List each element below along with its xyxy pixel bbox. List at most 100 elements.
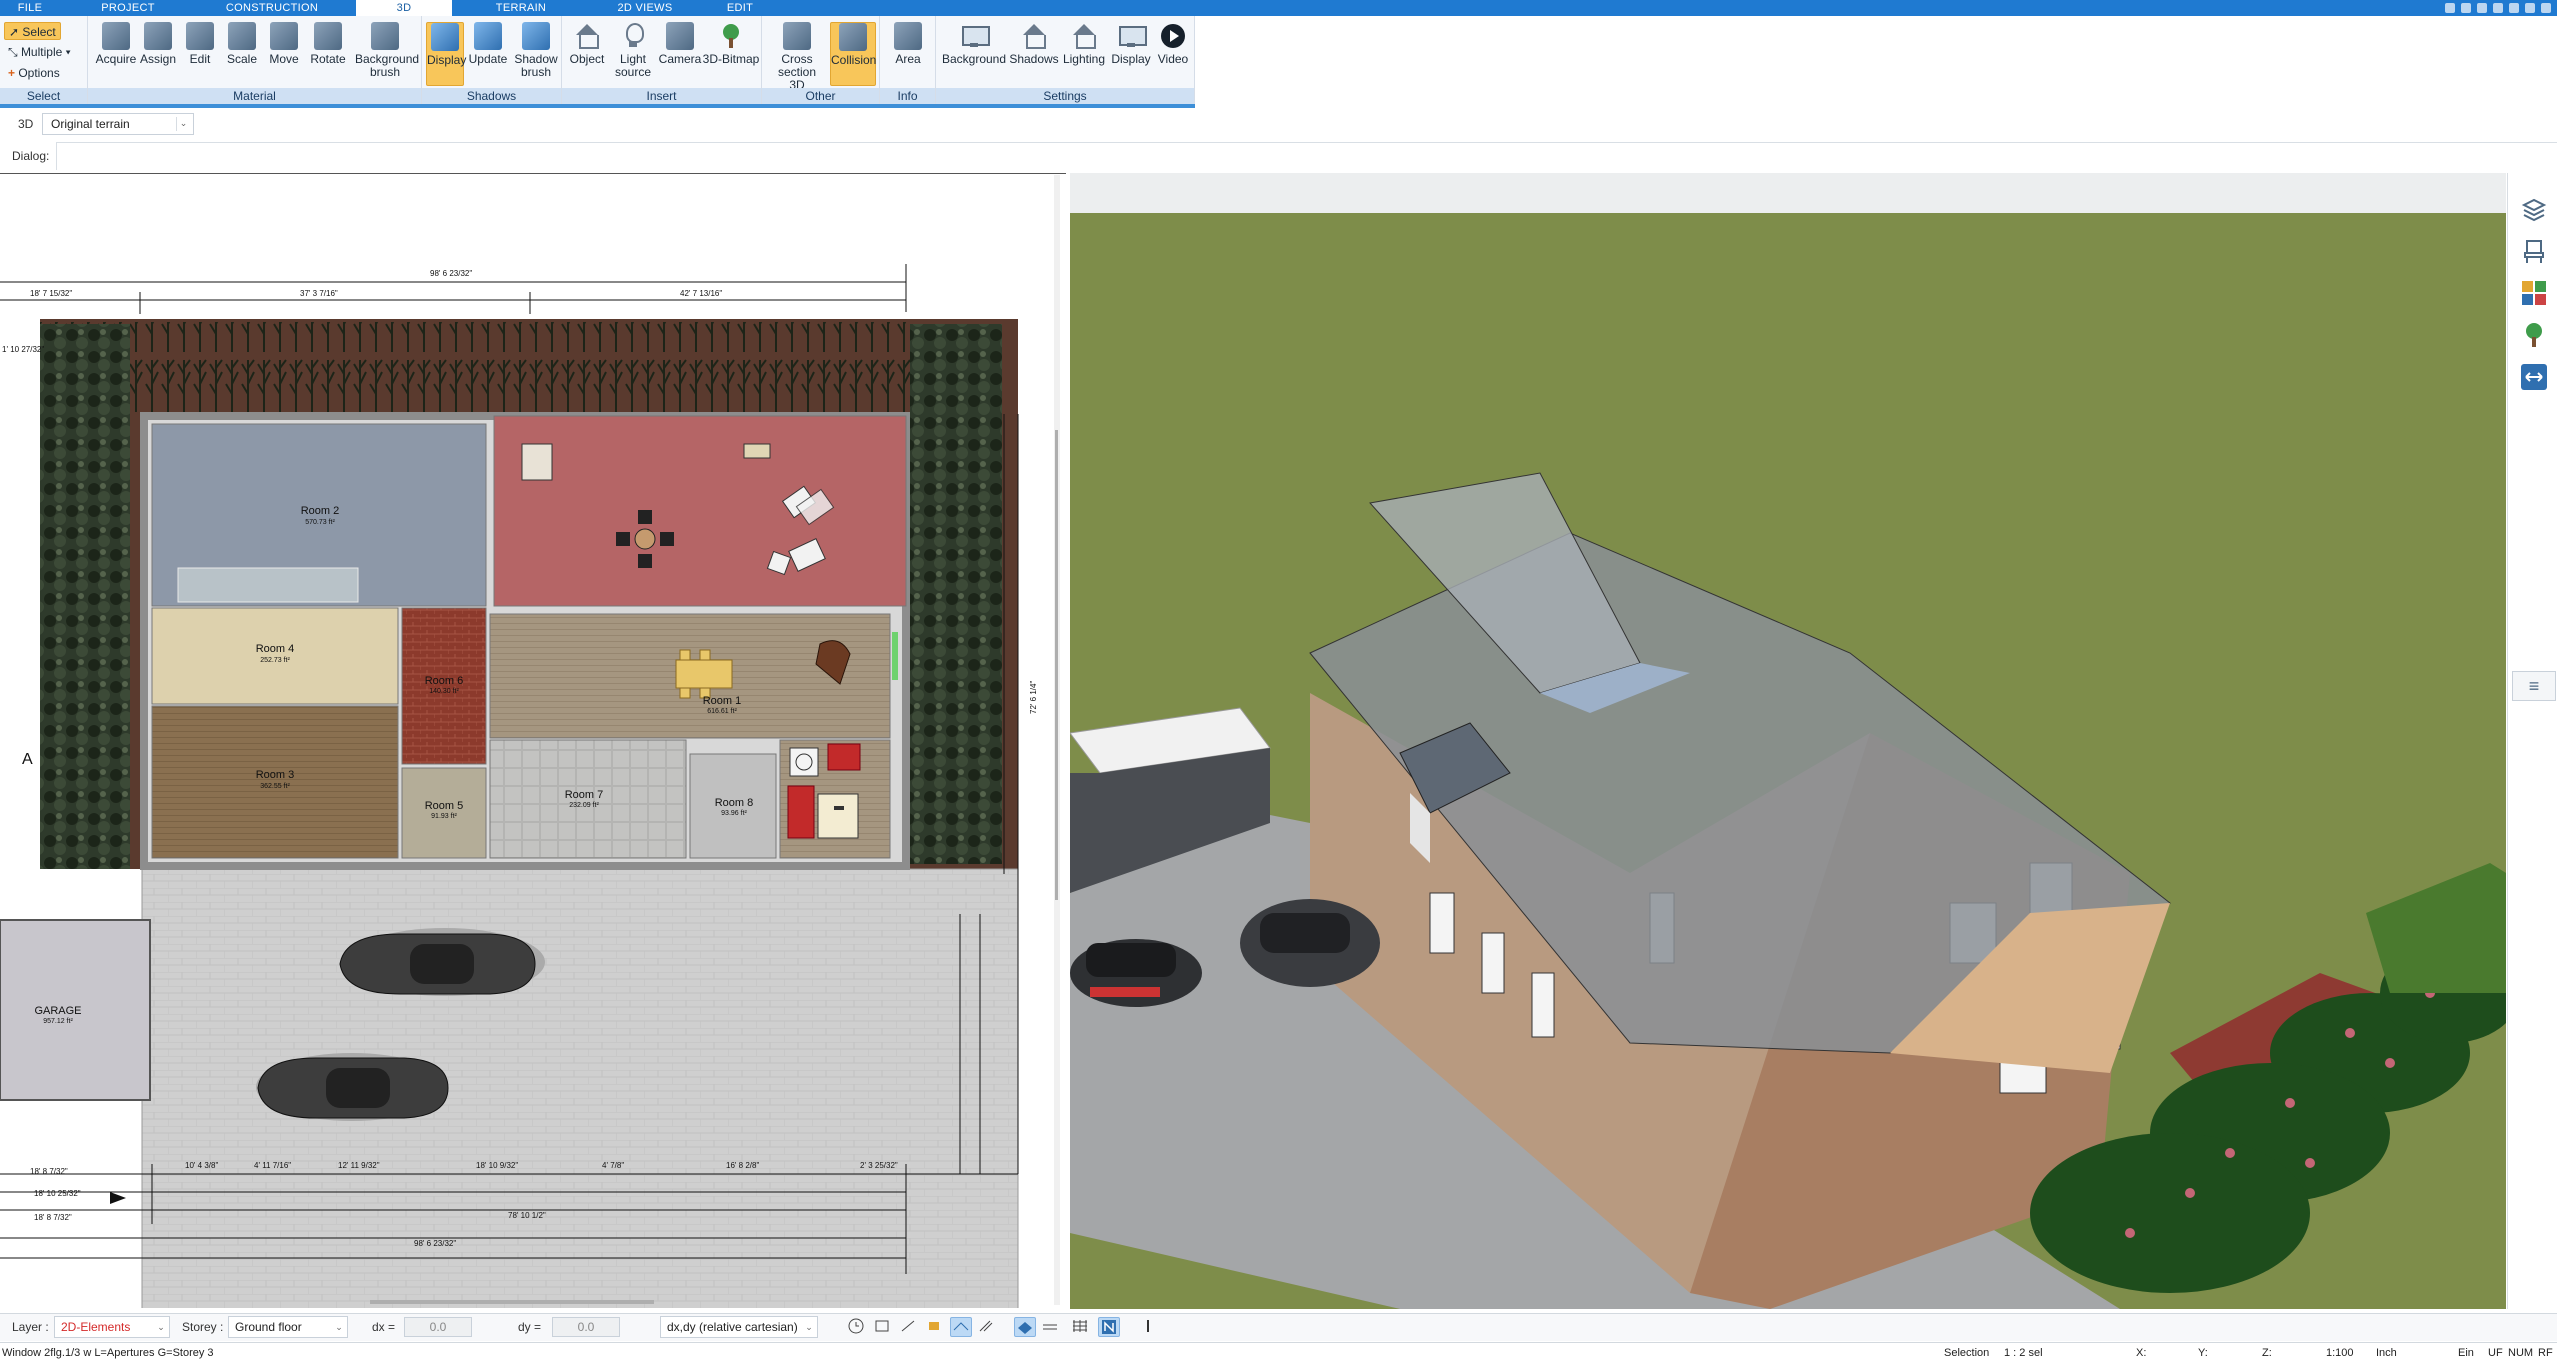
tab-file[interactable]: FILE [0, 0, 60, 16]
floor-plan-view[interactable]: 98' 6 23/32" 18' 7 15/32" 37' 3 7/16" 42… [0, 173, 1066, 1308]
update-shadows-button[interactable]: Update [466, 22, 510, 86]
clock-icon[interactable] [846, 1317, 868, 1337]
terrain-select[interactable]: Original terrain ⌄ [42, 113, 194, 135]
object-button[interactable]: Object [566, 22, 608, 86]
options-button[interactable]: + Options [4, 64, 64, 82]
room-5-name: Room 5 [425, 800, 464, 812]
display-shadows-button[interactable]: Display [426, 22, 466, 86]
terrace[interactable] [493, 415, 907, 607]
3d-canvas[interactable] [1070, 173, 2506, 1309]
area-button[interactable]: Area [886, 22, 930, 86]
snap-icon[interactable] [872, 1317, 894, 1337]
grid-icon[interactable] [1070, 1317, 1092, 1337]
minimize-icon[interactable] [2509, 3, 2519, 13]
video-button[interactable]: Video [1154, 22, 1192, 86]
settings-icon[interactable] [2477, 3, 2487, 13]
acquire-button[interactable]: Acquire [94, 22, 138, 86]
section-arrow-icon [110, 1192, 126, 1204]
scale-button[interactable]: Scale [222, 22, 262, 86]
tab-terrain[interactable]: TERRAIN [482, 0, 560, 16]
tab-3d[interactable]: 3D [356, 0, 452, 16]
input-mode: Ein [2458, 1347, 2474, 1359]
select-button[interactable]: ➚ Select [4, 22, 61, 40]
ribbon-group-insert: Object Light source Camera 3D-Bitmap Ins… [562, 16, 762, 104]
tree-icon [717, 22, 745, 50]
dialog-input[interactable] [56, 142, 2557, 170]
move-button[interactable]: Move [264, 22, 304, 86]
dim-top-right: 42' 7 13/16" [680, 289, 722, 298]
dim-top-mid: 37' 3 7/16" [300, 289, 338, 298]
bulb-icon [619, 22, 647, 50]
coordinate-mode-select[interactable]: dx,dy (relative cartesian) ⌄ [660, 1316, 818, 1338]
rf-indicator: RF [2538, 1347, 2553, 1359]
line-snap-icon[interactable] [950, 1317, 972, 1337]
app-window: FILE PROJECT CONSTRUCTION 3D TERRAIN 2D … [0, 0, 2557, 1360]
cross-section-3d-button[interactable]: Cross section 3D [766, 22, 828, 92]
assign-button[interactable]: Assign [138, 22, 178, 86]
info-icon[interactable] [2493, 3, 2503, 13]
floor-plan-canvas[interactable]: 98' 6 23/32" 18' 7 15/32" 37' 3 7/16" 42… [0, 174, 1066, 1308]
shadows-settings-button[interactable]: Shadows [1008, 22, 1060, 86]
dimension-tool-icon[interactable] [2520, 363, 2548, 391]
dx-input[interactable]: 0.0 [404, 1317, 472, 1337]
layers-icon[interactable] [2520, 195, 2548, 223]
multiple-icon: ⤡ [8, 45, 21, 59]
room-3[interactable] [151, 705, 399, 859]
tab-construction[interactable]: CONSTRUCTION [220, 0, 324, 16]
ortho-icon[interactable] [898, 1317, 920, 1337]
room-4[interactable] [151, 607, 399, 705]
dialog-label: Dialog: [12, 149, 50, 163]
restore-icon[interactable] [2461, 3, 2471, 13]
play-icon [1159, 22, 1187, 50]
dy-input[interactable]: 0.0 [552, 1317, 620, 1337]
layer-select[interactable]: 2D-Elements ⌄ [54, 1316, 170, 1338]
lighting-settings-button[interactable]: Lighting [1060, 22, 1108, 86]
pipette-icon [102, 22, 130, 50]
shadow-brush-button[interactable]: Shadow brush [512, 22, 560, 86]
layer-visibility-icon[interactable] [1040, 1317, 1062, 1337]
tab-edit[interactable]: EDIT [712, 0, 768, 16]
light-source-button[interactable]: Light source [610, 22, 656, 86]
3d-bitmap-button[interactable]: 3D-Bitmap [702, 22, 760, 86]
maximize-icon[interactable] [2525, 3, 2535, 13]
north-icon[interactable] [1098, 1317, 1120, 1337]
plan-scrollbar-thumb[interactable] [1055, 430, 1058, 900]
camera-button[interactable]: Camera [658, 22, 702, 86]
ribbon-group-select: ➚ Select ⤡ Multiple ▾ + Options Select [0, 16, 88, 104]
tab-2d-views[interactable]: 2D VIEWS [606, 0, 684, 16]
display-settings-button[interactable]: Display [1108, 22, 1154, 86]
help-icon[interactable] [2445, 3, 2455, 13]
multiple-dropdown[interactable]: ⤡ Multiple ▾ [4, 43, 75, 61]
background-settings-button[interactable]: Background [940, 22, 1008, 86]
materials-icon[interactable] [2520, 279, 2548, 307]
section-marker[interactable]: A [22, 751, 33, 768]
ribbon-empty-area [1195, 16, 2557, 104]
ribbon: ➚ Select ⤡ Multiple ▾ + Options Select A… [0, 16, 1195, 104]
close-icon[interactable] [2541, 3, 2551, 13]
dim-bottom-seg-3: 12' 11 9/32" [338, 1161, 380, 1170]
collision-button[interactable]: Collision [830, 22, 876, 86]
plan-scrollbar-horizontal-thumb[interactable] [370, 1300, 654, 1304]
panel-toggle-button[interactable]: ≡ [2512, 671, 2556, 701]
objects-snap-icon[interactable] [924, 1317, 946, 1337]
cube-brush-icon [522, 22, 550, 50]
storey-select[interactable]: Ground floor ⌄ [228, 1316, 348, 1338]
dim-left-edge: 1' 10 27/32" [2, 345, 44, 354]
rotate-button[interactable]: Rotate [306, 22, 350, 86]
dim-bottom-seg-2: 4' 11 7/16" [254, 1161, 291, 1170]
room-7-name: Room 7 [565, 789, 604, 801]
edit-material-button[interactable]: Edit [180, 22, 220, 86]
3d-view[interactable] [1070, 173, 2506, 1309]
tab-project[interactable]: PROJECT [88, 0, 168, 16]
more-options-icon[interactable] [1138, 1317, 1160, 1337]
move-icon [270, 22, 298, 50]
background-brush-button[interactable]: Background brush [350, 22, 420, 86]
chair-icon[interactable] [2520, 237, 2548, 265]
num-indicator: NUM [2508, 1347, 2534, 1359]
dim-bottom-seg-6: 16' 8 2/8" [726, 1161, 759, 1170]
room-3-area: 362.55 ft² [260, 783, 290, 790]
hatch-icon[interactable] [976, 1317, 998, 1337]
chevron-down-icon: ⌄ [157, 1322, 165, 1332]
plants-icon[interactable] [2520, 321, 2548, 349]
fill-icon[interactable] [1014, 1317, 1036, 1337]
